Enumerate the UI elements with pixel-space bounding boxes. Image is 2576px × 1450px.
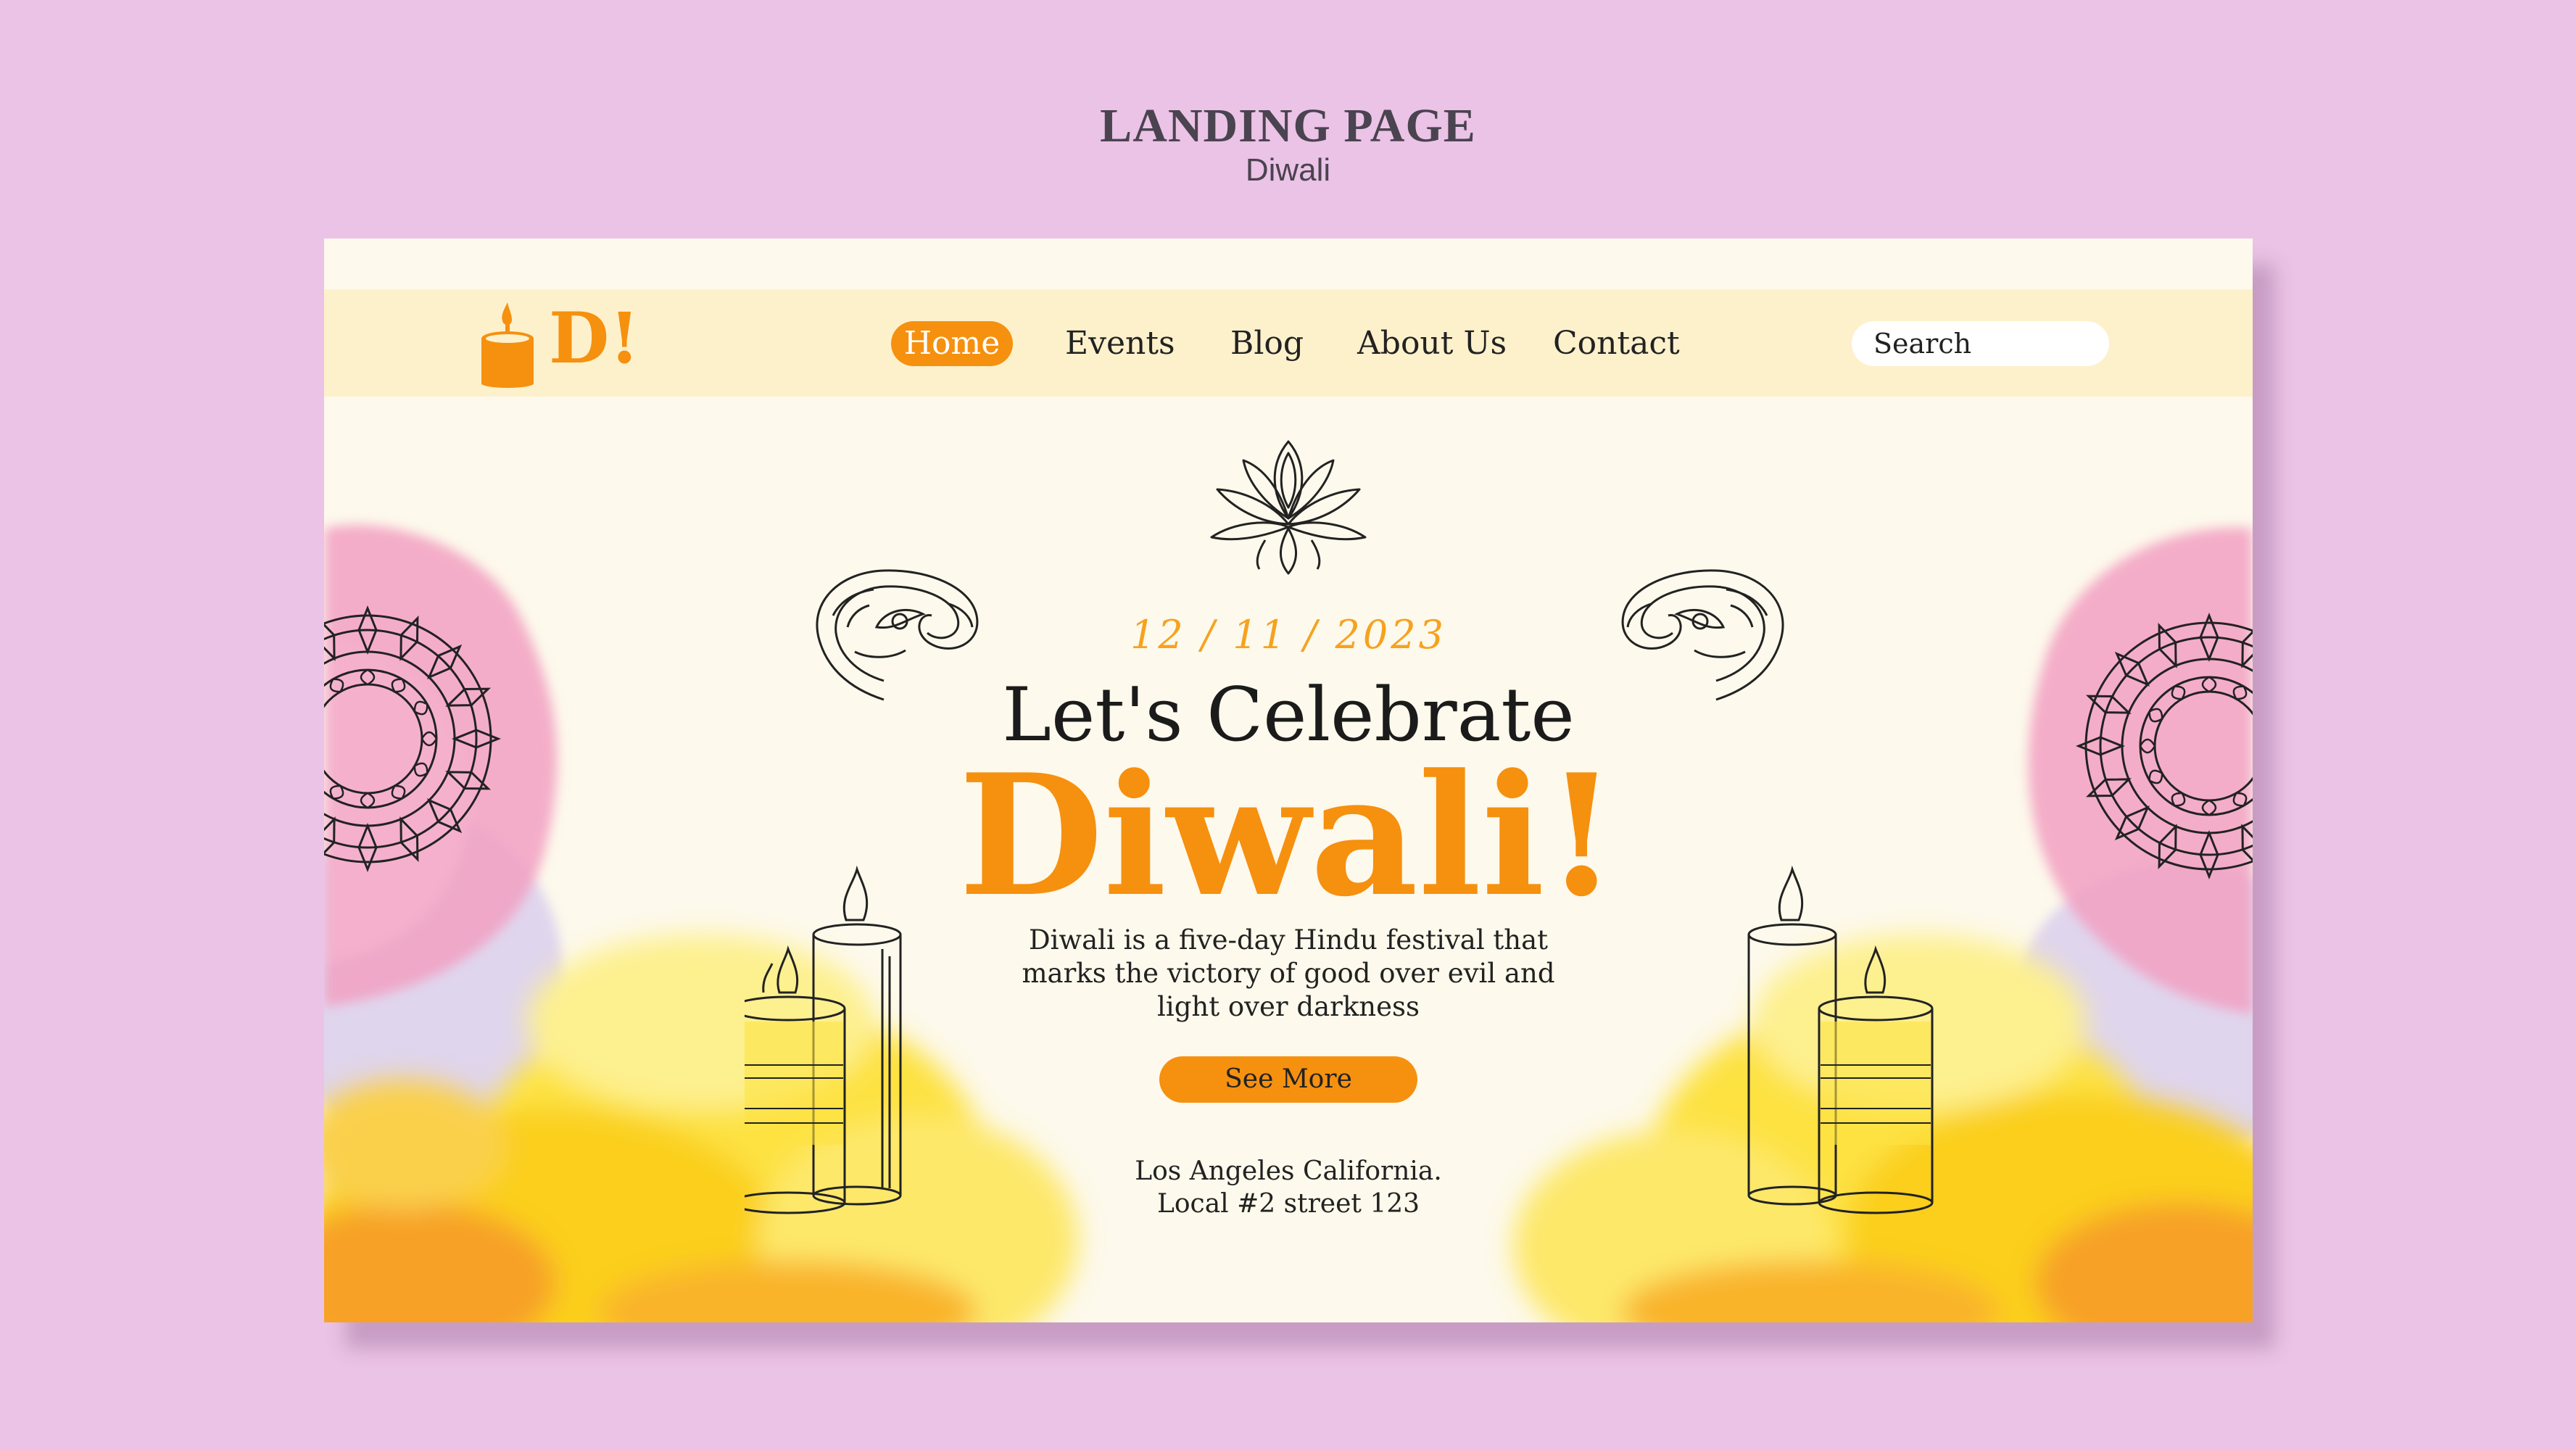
nav-contact[interactable]: Contact <box>1553 321 1680 366</box>
navbar: D! Home Events Blog About Us Contact <box>324 289 2253 397</box>
nav-home[interactable]: Home <box>891 321 1013 366</box>
landing-page-mockup: D! Home Events Blog About Us Contact Sea… <box>324 239 2253 1322</box>
lotus-icon <box>1210 440 1367 575</box>
logo-text[interactable]: D! <box>549 304 639 373</box>
nav-blog[interactable]: Blog <box>1230 321 1304 366</box>
address-line-1: Los Angeles California. <box>1135 1156 1442 1186</box>
hero-title: Diwali! <box>958 738 1618 934</box>
event-address: Los Angeles California. Local #2 street … <box>998 1155 1578 1220</box>
nav-about-us[interactable]: About Us <box>1357 321 1507 366</box>
see-more-button[interactable]: See More <box>1159 1056 1417 1103</box>
hero-description: Diwali is a five-day Hindu festival that… <box>1022 924 1555 1022</box>
event-date: 12 / 11 / 2023 <box>1130 612 1446 658</box>
nav-events[interactable]: Events <box>1065 321 1175 366</box>
address-line-2: Local #2 street 123 <box>1156 1189 1420 1219</box>
search-input[interactable] <box>1852 321 2109 366</box>
showcase-title: LANDING PAGE <box>1100 99 1476 152</box>
showcase-subtitle: Diwali <box>1245 152 1331 188</box>
